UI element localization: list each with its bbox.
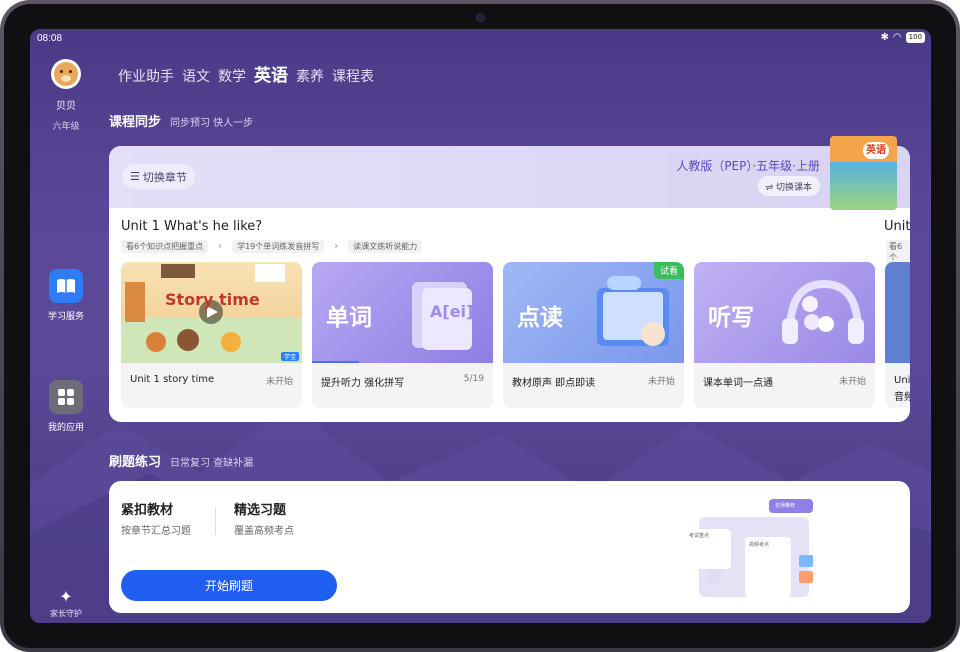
practice-panel: 紧扣教材 按章节汇总习题 精选习题 覆盖高频考点 开始刷题 名师推荐 考试重点 …: [109, 481, 910, 613]
tab-literacy[interactable]: 素养: [296, 66, 324, 86]
trial-badge: 试看: [653, 262, 684, 279]
section-title-practice: 刷题练习: [109, 455, 162, 470]
block-title: 紧扣教材: [121, 503, 174, 518]
tab-english[interactable]: 英语: [254, 61, 288, 86]
status-icons: ✱ ◠ 100: [880, 32, 925, 43]
front-camera: [476, 13, 485, 22]
card-title: 课本单词一点通: [703, 378, 773, 389]
section-subtitle-course-sync: 同步预习 快人一步: [170, 118, 254, 129]
next-unit-title: Unit: [884, 219, 910, 234]
sidebar-item-label: 我的应用: [47, 423, 84, 433]
card-status: 未开始: [647, 377, 675, 387]
story-time-art: Story time 学宝: [121, 262, 302, 363]
card-status: 5/19: [463, 374, 484, 384]
start-practice-button[interactable]: 开始刷题: [121, 570, 337, 601]
tablet-frame: 08:08 ✱ ◠ 100 贝贝 六年级 学习服务 我的应用 ✦ 家长守护 作业…: [0, 0, 960, 652]
card-title: 教材原声 即点即读: [512, 378, 596, 389]
subject-tabs: 作业助手 语文 数学 英语 素养 课程表: [118, 61, 382, 86]
switch-chapter-label: 切换章节: [142, 170, 187, 184]
tab-schedule[interactable]: 课程表: [332, 66, 374, 86]
status-time: 08:08: [37, 33, 63, 44]
block-subtitle: 按章节汇总习题: [121, 526, 191, 537]
section-subtitle-practice: 日常复习 查缺补漏: [170, 458, 254, 469]
sidebar: 贝贝 六年级 学习服务 我的应用 ✦ 家长守护: [30, 47, 102, 623]
card-title: 提升听力 强化拼写: [321, 378, 405, 389]
switch-chapter-button[interactable]: ☰ 切换章节: [122, 164, 195, 189]
unit-chips: 看6个知识点把握重点 › 学19个单词练发音拼写 › 读课文练听说能力: [121, 240, 423, 253]
practice-block-textbook: 紧扣教材 按章节汇总习题: [121, 499, 191, 537]
card-partial[interactable]: Uni 音频: [885, 262, 910, 408]
dictation-label: 听写: [708, 305, 754, 331]
switch-book-button[interactable]: ⇌ 切换课本: [757, 176, 820, 196]
card-story-time[interactable]: Story time 学宝 Unit 1 story time 未开始: [121, 262, 302, 408]
book-cover-title: 英语: [863, 142, 889, 159]
tab-math[interactable]: 数学: [218, 66, 246, 86]
tab-homework-helper[interactable]: 作业助手: [118, 66, 174, 86]
next-unit-chip: 看6个: [886, 240, 910, 264]
illustration-card2: 高频考点: [749, 542, 770, 548]
course-header: ☰ 切换章节 人教版（PEP）·五年级·上册 ⇌ 切换课本: [109, 146, 910, 208]
divider: [215, 507, 216, 535]
bluetooth-icon: ✱: [880, 32, 889, 43]
card-status: 未开始: [265, 377, 293, 387]
phonetic-label: A[ei]: [430, 302, 474, 321]
textbook-edition: 人教版（PEP）·五年级·上册: [676, 159, 820, 173]
apps-grid-icon: [49, 380, 83, 414]
profile-grade: 六年级: [52, 122, 80, 132]
chevron-right-icon: ›: [334, 241, 339, 252]
chip-reading: 读课文练听说能力: [348, 240, 423, 253]
screen: 08:08 ✱ ◠ 100 贝贝 六年级 学习服务 我的应用 ✦ 家长守护 作业…: [30, 29, 931, 623]
block-subtitle: 覆盖高频考点: [234, 526, 294, 537]
story-time-label: Story time: [165, 290, 260, 309]
unit-title: Unit 1 What's he like?: [121, 219, 263, 234]
book-icon: [49, 269, 83, 303]
battery-icon: 100: [905, 32, 925, 43]
card-point-reading[interactable]: 点读 试看 教材原声 即点即读 未开始: [503, 262, 684, 408]
card-title: Unit 1 story time: [130, 374, 215, 385]
lion-avatar-icon: [54, 62, 78, 86]
status-bar: 08:08 ✱ ◠ 100: [30, 29, 931, 47]
card-words[interactable]: 单词 A[ei] 提升听力 强化拼写 5/19: [312, 262, 493, 408]
sidebar-item-my-apps[interactable]: 我的应用: [30, 380, 102, 433]
story-badge: 学宝: [280, 352, 299, 361]
sidebar-item-label: 家长守护: [50, 609, 82, 618]
practice-block-selected: 精选习题 覆盖高频考点: [234, 499, 294, 537]
avatar[interactable]: [51, 59, 81, 89]
card-status: 未开始: [838, 377, 866, 387]
illustration-tag: 名师推荐: [775, 503, 796, 509]
point-reading-art: 点读 试看: [503, 262, 684, 363]
sidebar-item-label: 学习服务: [47, 312, 84, 322]
chip-words: 学19个单词练发音拼写: [232, 240, 325, 253]
chevron-right-icon: ›: [218, 241, 223, 252]
practice-illustration: 名师推荐 考试重点 高频考点: [649, 495, 819, 605]
dictation-art: 听写: [694, 262, 875, 363]
profile-name: 贝贝: [56, 101, 76, 112]
list-icon: ☰: [130, 170, 140, 183]
card-title: Uni: [894, 375, 910, 386]
illustration-card1: 考试重点: [689, 533, 710, 539]
section-title-course-sync: 课程同步: [109, 115, 162, 130]
block-title: 精选习题: [234, 503, 287, 518]
family-icon: ✦: [59, 587, 73, 606]
words-art: 单词 A[ei]: [312, 262, 493, 363]
words-progress-bar: [312, 361, 360, 363]
point-reading-label: 点读: [517, 305, 563, 331]
sidebar-item-parent-guard[interactable]: ✦ 家长守护: [30, 587, 102, 619]
partial-card-art: [885, 262, 910, 363]
card-dictation[interactable]: 听写 课本单词一点通 未开始: [694, 262, 875, 408]
course-sync-panel: ☰ 切换章节 人教版（PEP）·五年级·上册 ⇌ 切换课本 Unit 1 Wha…: [109, 146, 910, 422]
chip-knowledge: 看6个知识点把握重点: [121, 240, 209, 253]
sidebar-item-study-service[interactable]: 学习服务: [30, 269, 102, 322]
textbook-cover[interactable]: 英语: [830, 136, 897, 210]
tab-chinese[interactable]: 语文: [182, 66, 210, 86]
words-label: 单词: [326, 305, 372, 331]
card-title-2: 音频: [894, 392, 910, 403]
wifi-icon: ◠: [892, 32, 902, 43]
